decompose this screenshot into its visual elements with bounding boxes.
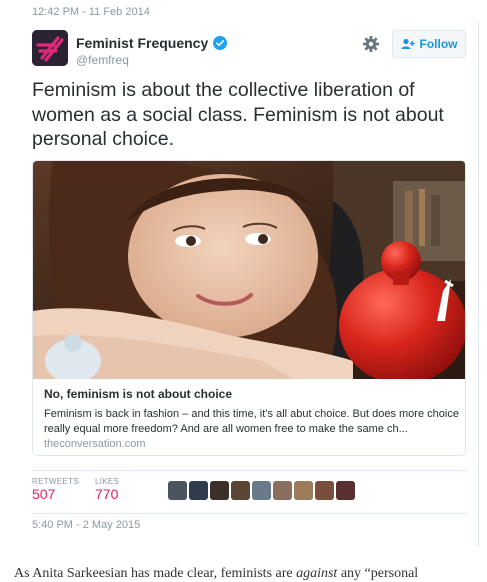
card-domain[interactable]: theconversation.com [44, 438, 146, 450]
stats-divider [32, 513, 466, 514]
avatar[interactable] [32, 30, 68, 66]
card-title: No, feminism is not about choice [44, 387, 233, 401]
liker-avatar[interactable] [210, 481, 229, 500]
liker-avatar[interactable] [231, 481, 250, 500]
display-name[interactable]: Feminist Frequency [76, 35, 208, 51]
gear-icon[interactable] [362, 35, 380, 53]
liker-avatar[interactable] [189, 481, 208, 500]
link-card[interactable]: No, feminism is not about choice Feminis… [32, 160, 466, 456]
follow-label: Follow [419, 37, 458, 51]
liker-avatar[interactable] [315, 481, 334, 500]
liker-avatar[interactable] [168, 481, 187, 500]
retweets-label: RETWEETS [32, 477, 79, 486]
liker-avatar[interactable] [336, 481, 355, 500]
tweet-card: Feminist Frequency @femfreq Follow Femin… [18, 22, 479, 547]
liker-avatar[interactable] [294, 481, 313, 500]
liker-avatar[interactable] [273, 481, 292, 500]
stats-divider [32, 470, 466, 471]
liker-avatars [168, 481, 355, 500]
add-user-icon [401, 38, 415, 49]
follow-button[interactable]: Follow [392, 30, 466, 58]
article-excerpt: As Anita Sarkeesian has made clear, femi… [14, 566, 419, 581]
likes-label: LIKES [95, 477, 120, 486]
feminist-frequency-logo-icon [32, 30, 68, 66]
tweet-timestamp[interactable]: 5:40 PM - 2 May 2015 [32, 519, 140, 531]
verified-badge-icon [213, 36, 228, 50]
top-timestamp: 12:42 PM - 11 Feb 2014 [32, 6, 150, 18]
user-handle[interactable]: @femfreq [76, 53, 129, 67]
retweets-count[interactable]: 507 [32, 486, 55, 502]
tweet-text: Feminism is about the collective liberat… [32, 79, 444, 150]
author-row: Feminist Frequency [76, 35, 228, 51]
liker-avatar[interactable] [252, 481, 271, 500]
likes-count[interactable]: 770 [95, 486, 118, 502]
card-photo [33, 161, 465, 379]
card-description: Feminism is back in fashion – and this t… [44, 408, 459, 435]
